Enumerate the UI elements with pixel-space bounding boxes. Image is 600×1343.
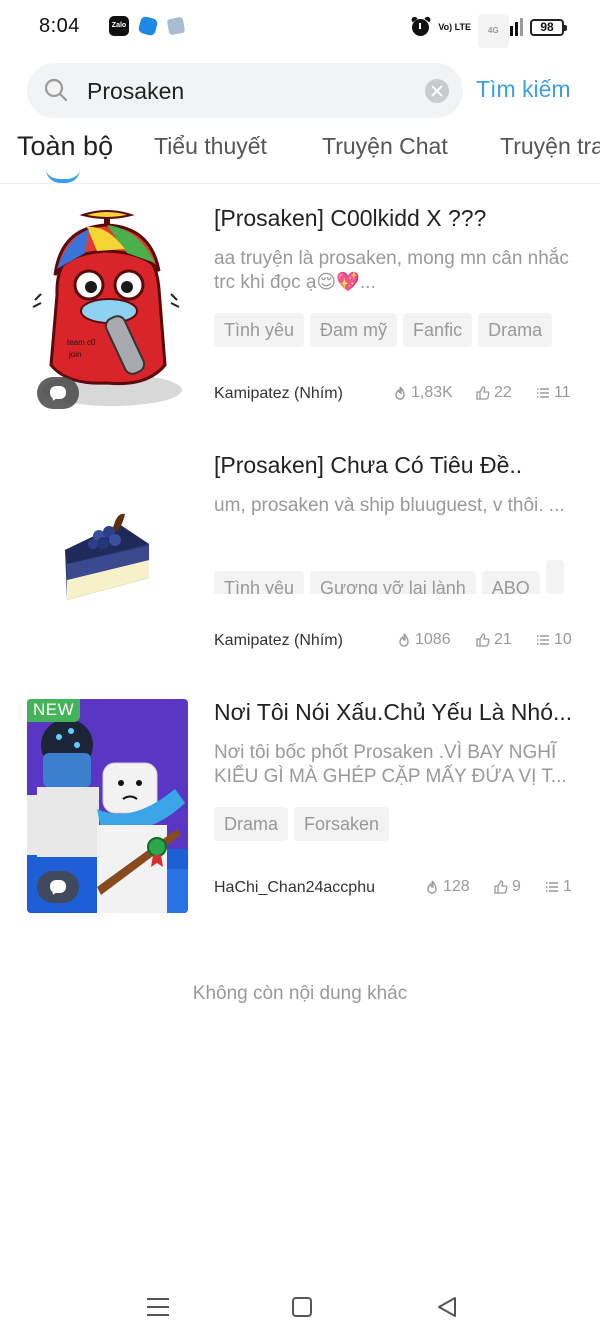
- tag-chip[interactable]: Gương vỡ lại lành: [310, 571, 476, 594]
- tag-chip[interactable]: ABO: [481, 571, 540, 594]
- search-icon: [44, 78, 68, 102]
- tag-chip[interactable]: Drama: [214, 807, 289, 841]
- story-description: Nơi tôi bốc phốt Prosaken .VÌ BAY NGHĨ K…: [214, 742, 567, 787]
- views-stat: 1,83K: [393, 384, 453, 402]
- chapters-count: 10: [554, 631, 572, 648]
- story-title[interactable]: [Prosaken] Chưa Có Tiêu Đề..: [214, 452, 574, 479]
- tag-chip[interactable]: Forsaken: [294, 807, 390, 841]
- likes-count: 22: [494, 384, 512, 401]
- tag-chip[interactable]: Drama: [478, 313, 553, 347]
- status-time: 8:04: [39, 15, 80, 37]
- story-title[interactable]: [Prosaken] C00lkidd X ???: [214, 205, 574, 232]
- volte-icon: Vo) LTE: [438, 21, 471, 32]
- tag-chip[interactable]: Tình yêu: [214, 313, 305, 347]
- search-button[interactable]: Tìm kiếm: [476, 76, 571, 103]
- new-badge: NEW: [27, 699, 81, 722]
- chapters-stat: 11: [536, 384, 571, 402]
- category-tabs: Toàn bộ Tiểu thuyết Truyện Chat Truyện t…: [0, 130, 600, 184]
- end-of-results-message: Không còn nội dung khác: [192, 983, 408, 1004]
- thumbs-up-icon: [476, 386, 490, 400]
- likes-stat: 9: [494, 878, 521, 896]
- chapters-stat: 10: [536, 631, 572, 649]
- likes-stat: 22: [476, 384, 512, 402]
- views-stat: 1086: [397, 631, 451, 649]
- chapters-stat: 1: [545, 878, 572, 896]
- menu-icon[interactable]: [147, 1298, 169, 1316]
- views-stat: 128: [425, 878, 470, 896]
- thumbs-up-icon: [476, 633, 490, 647]
- story-card[interactable]: [Prosaken] Chưa Có Tiêu Đề.. um, prosake…: [0, 452, 600, 692]
- story-description: um, prosaken và ship bluuguest, v thôi. …: [214, 495, 565, 516]
- system-nav-bar: [0, 1278, 600, 1338]
- story-title[interactable]: Nơi Tôi Nói Xấu.Chủ Yếu Là Nhó...: [214, 699, 574, 726]
- story-cover[interactable]: team c0 join: [27, 205, 188, 419]
- tab-all[interactable]: Toàn bộ: [17, 131, 113, 162]
- views-count: 1086: [415, 631, 451, 648]
- story-tags: Drama Forsaken: [214, 807, 564, 841]
- search-input[interactable]: [87, 73, 407, 109]
- cover-image-cake: [27, 452, 188, 666]
- chapters-count: 1: [563, 878, 572, 895]
- list-icon: [537, 388, 549, 398]
- views-count: 128: [443, 878, 470, 895]
- chat-story-badge: [37, 377, 79, 409]
- likes-count: 21: [494, 631, 512, 648]
- story-tags: Tình yêu Đam mỹ Fanfic Drama: [214, 313, 564, 347]
- cloud-icon: [166, 16, 186, 36]
- flame-icon: [395, 386, 405, 400]
- thumbs-up-icon: [494, 880, 508, 894]
- list-icon: [537, 635, 549, 645]
- tab-novel[interactable]: Tiểu thuyết: [154, 133, 267, 160]
- likes-count: 9: [512, 878, 521, 895]
- flame-icon: [427, 880, 437, 894]
- tab-chat-story[interactable]: Truyện Chat: [322, 133, 448, 160]
- chapters-count: 11: [554, 384, 571, 401]
- svg-text:team c0: team c0: [67, 338, 96, 347]
- status-indicators: Vo) LTE 4G 98: [410, 14, 567, 48]
- clear-icon[interactable]: [425, 79, 449, 103]
- tag-chip[interactable]: [545, 560, 564, 594]
- chat-story-badge: [37, 871, 79, 903]
- alarm-icon: [410, 15, 432, 37]
- likes-stat: 21: [476, 631, 512, 649]
- list-icon: [546, 882, 558, 892]
- flame-icon: [399, 633, 409, 647]
- tab-more[interactable]: Truyện tra: [500, 133, 600, 160]
- story-author[interactable]: HaChi_Chan24accphu: [214, 879, 375, 897]
- tag-chip[interactable]: Fanfic: [403, 313, 473, 347]
- story-tags: Tình yêu Gương vỡ lại lành ABO: [214, 560, 564, 594]
- story-author[interactable]: Kamipatez (Nhím): [214, 632, 343, 650]
- zalo-icon: Zalo: [109, 16, 129, 36]
- story-card[interactable]: team c0 join [Prosaken] C00lkidd X ??? a…: [0, 205, 600, 445]
- story-cover[interactable]: [27, 452, 188, 666]
- active-tab-indicator: [46, 169, 80, 183]
- messenger-icon: [137, 15, 159, 37]
- svg-text:join: join: [68, 350, 81, 359]
- status-bar: 8:04 Zalo Vo) LTE 4G 98: [0, 0, 600, 54]
- signal-4g-icon: 4G: [478, 14, 509, 48]
- views-count: 1,83K: [411, 384, 453, 401]
- story-description: aa truyện là prosaken, mong mn cân nhắc …: [214, 248, 569, 293]
- story-author[interactable]: Kamipatez (Nhím): [214, 385, 343, 403]
- story-card[interactable]: NEW Nơi Tôi Nói Xấu.Chủ Yếu Là Nhó... Nơ…: [0, 699, 600, 939]
- home-icon[interactable]: [292, 1297, 312, 1317]
- net-type-label: 4G: [478, 14, 509, 48]
- tag-chip[interactable]: Tình yêu: [214, 571, 305, 594]
- search-box[interactable]: [27, 63, 463, 118]
- tag-chip[interactable]: Đam mỹ: [310, 313, 398, 347]
- story-cover[interactable]: NEW: [27, 699, 188, 913]
- battery-icon: 98: [530, 18, 567, 36]
